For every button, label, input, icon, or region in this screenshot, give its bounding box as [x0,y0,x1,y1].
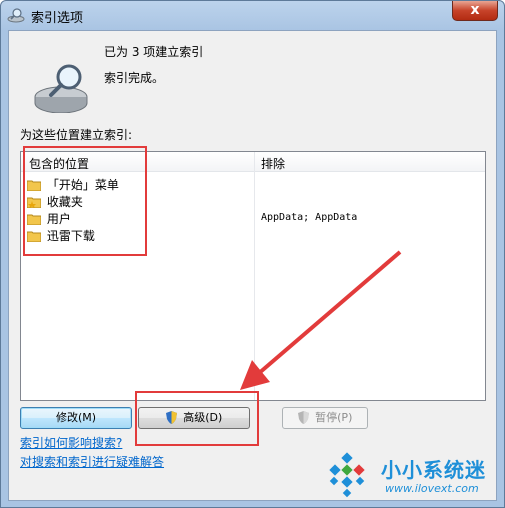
uac-shield-icon [165,410,177,424]
folder-icon [27,214,41,225]
column-header-exclude[interactable]: 排除 [261,155,285,172]
close-button[interactable]: x [452,1,498,21]
indexing-drive-magnifier-icon [34,64,88,113]
list-item-label: 迅雷下载 [46,229,95,243]
pause-button-label: 暂停(P) [315,411,353,424]
modify-button[interactable]: 修改(M) [20,407,132,429]
pause-button[interactable]: 暂停(P) [282,407,368,429]
indexed-count-text: 已为 3 项建立索引 [104,45,204,59]
list-item[interactable]: 迅雷下载 [27,227,95,244]
column-header-included[interactable]: 包含的位置 [29,155,89,172]
watermark-url: www.ilovext.com [385,482,479,495]
title-bar[interactable]: 索引选项 x [1,1,504,29]
start-menu-folder-icon [27,180,41,191]
windows-logo-icon [329,452,365,498]
indexed-locations-list[interactable]: 包含的位置 排除 「开始」菜单 收藏夹 用户 迅雷下载 AppData; App… [20,151,486,401]
excluded-value: AppData; AppData [261,212,358,223]
affect-search-link[interactable]: 索引如何影响搜索? [20,434,122,451]
column-divider [254,152,255,400]
list-item-label: 收藏夹 [46,195,83,209]
list-header: 包含的位置 排除 [21,152,485,172]
dialog-body: 已为 3 项建立索引 索引完成。 为这些位置建立索引: 包含的位置 排除 「开始… [8,30,497,501]
watermark-name: 小小系统迷 [381,458,486,482]
watermark: 小小系统迷 www.ilovext.com [315,446,501,504]
list-item[interactable]: 收藏夹 [27,193,83,210]
window-title: 索引选项 [31,11,84,26]
favorites-folder-icon [27,197,41,208]
list-item-label: 「开始」菜单 [46,178,119,192]
indexing-status-text: 索引完成。 [104,71,165,85]
uac-shield-icon [297,410,309,424]
list-item-label: 用户 [46,212,71,226]
advanced-button[interactable]: 高级(D) [138,407,250,429]
list-item[interactable]: 「开始」菜单 [27,176,119,193]
advanced-button-label: 高级(D) [183,411,223,424]
list-item[interactable]: 用户 [27,210,71,227]
indexing-options-window: 索引选项 x 已为 3 项建立索引 索引完成。 为这些位置建立索引: 包含的位置… [0,0,505,508]
modify-button-label: 修改(M) [55,411,97,424]
locations-label: 为这些位置建立索引: [20,128,133,142]
troubleshoot-link[interactable]: 对搜索和索引进行疑难解答 [20,453,164,470]
folder-icon [27,231,41,242]
indexing-options-icon [7,8,25,23]
